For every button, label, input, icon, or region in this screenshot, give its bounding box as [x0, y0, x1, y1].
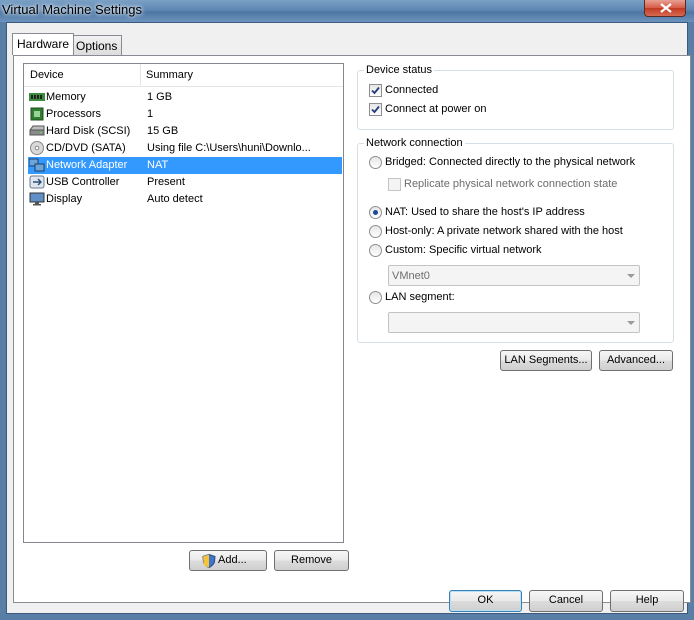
column-summary[interactable]: Summary	[146, 69, 193, 81]
connect-at-power-on-checkbox[interactable]	[369, 103, 382, 116]
tab-hardware[interactable]: Hardware	[12, 33, 75, 55]
device-row-network-adapter[interactable]: Network Adapter NAT	[28, 157, 342, 174]
device-list-header: Device Summary	[24, 64, 343, 87]
advanced-button[interactable]: Advanced...	[599, 350, 673, 371]
tab-options-label: Options	[76, 39, 118, 53]
device-name: Display	[46, 193, 83, 205]
device-summary: NAT	[147, 159, 169, 171]
device-row-display[interactable]: Display Auto detect	[28, 191, 342, 208]
host-only-radio[interactable]	[369, 225, 382, 238]
lan-segment-select[interactable]	[388, 312, 640, 333]
hardware-panel: Device Summary Memory 1 GB Processors 1 …	[13, 55, 691, 603]
custom-radio[interactable]	[369, 244, 382, 257]
column-separator[interactable]	[140, 64, 141, 86]
network-connection-legend: Network connection	[364, 137, 465, 149]
device-name: USB Controller	[46, 176, 120, 188]
help-button[interactable]: Help	[610, 590, 684, 612]
cancel-button-label: Cancel	[548, 594, 584, 606]
advanced-button-label: Advanced...	[606, 354, 666, 366]
help-button-label: Help	[635, 594, 659, 606]
checkmark-icon	[371, 105, 380, 114]
device-name: CD/DVD (SATA)	[46, 142, 126, 154]
remove-button[interactable]: Remove	[274, 550, 349, 571]
replicate-state-checkbox[interactable]	[388, 178, 401, 191]
device-row-memory[interactable]: Memory 1 GB	[28, 89, 342, 106]
radio-selected-dot	[373, 210, 378, 215]
device-summary: Using file C:\Users\huni\Downlo...	[147, 142, 311, 154]
device-list[interactable]: Device Summary Memory 1 GB Processors 1 …	[23, 63, 344, 543]
close-button[interactable]	[644, 0, 686, 17]
bridged-label[interactable]: Bridged: Connected directly to the physi…	[385, 156, 635, 168]
bridged-radio[interactable]	[369, 156, 382, 169]
cd-dvd-icon	[30, 141, 44, 155]
connected-checkbox[interactable]	[369, 84, 382, 97]
connected-label[interactable]: Connected	[385, 84, 438, 96]
device-row-processors[interactable]: Processors 1	[28, 106, 342, 123]
usb-icon	[29, 175, 45, 189]
tab-hardware-label: Hardware	[17, 37, 70, 51]
device-status-group: Device status Connected Connect at power…	[357, 64, 674, 130]
display-icon	[29, 192, 45, 206]
device-row-hard-disk[interactable]: Hard Disk (SCSI) 15 GB	[28, 123, 342, 140]
add-button-label: Add...	[218, 554, 247, 566]
device-summary: 1 GB	[147, 91, 173, 103]
custom-label[interactable]: Custom: Specific virtual network	[385, 244, 542, 256]
tab-options[interactable]: Options	[71, 35, 123, 55]
chevron-down-icon	[627, 274, 635, 278]
ok-button[interactable]: OK	[449, 590, 522, 612]
custom-network-select[interactable]: VMnet0	[388, 265, 640, 286]
nat-label[interactable]: NAT: Used to share the host's IP address	[385, 206, 585, 218]
device-name: Memory	[46, 91, 86, 103]
device-name: Processors	[46, 108, 102, 120]
connect-at-power-on-label[interactable]: Connect at power on	[385, 103, 487, 115]
nat-radio[interactable]	[369, 206, 382, 219]
device-summary: Present	[147, 176, 185, 188]
device-row-cd-dvd[interactable]: CD/DVD (SATA) Using file C:\Users\huni\D…	[28, 140, 342, 157]
device-summary: 1	[147, 108, 154, 120]
dialog-client: Hardware Options Device Summary Memory 1…	[6, 22, 691, 614]
hard-disk-icon	[29, 125, 45, 136]
processor-icon	[30, 107, 44, 121]
ok-button-label: OK	[477, 594, 494, 606]
lan-segment-label[interactable]: LAN segment:	[385, 291, 455, 303]
device-status-legend: Device status	[364, 64, 435, 76]
chevron-down-icon	[627, 321, 635, 325]
checkmark-icon	[371, 86, 380, 95]
replicate-state-label[interactable]: Replicate physical network connection st…	[404, 178, 617, 190]
custom-network-value: VMnet0	[392, 270, 430, 282]
remove-button-label: Remove	[291, 554, 332, 566]
memory-icon	[29, 93, 45, 101]
device-row-usb-controller[interactable]: USB Controller Present	[28, 174, 342, 191]
device-name: Network Adapter	[46, 159, 128, 171]
lan-segments-button[interactable]: LAN Segments...	[500, 350, 592, 371]
host-only-label[interactable]: Host-only: A private network shared with…	[385, 225, 623, 237]
column-device[interactable]: Device	[30, 69, 64, 81]
lan-segments-button-label: LAN Segments...	[504, 354, 588, 366]
device-name: Hard Disk (SCSI)	[46, 125, 131, 137]
device-summary: 15 GB	[147, 125, 179, 137]
lan-segment-radio[interactable]	[369, 291, 382, 304]
network-adapter-icon	[29, 158, 45, 172]
shield-icon	[202, 554, 216, 568]
network-connection-group: Network connection Bridged: Connected di…	[357, 137, 674, 343]
cancel-button[interactable]: Cancel	[529, 590, 603, 612]
close-icon	[660, 3, 672, 13]
title-bar: Virtual Machine Settings	[0, 0, 694, 22]
window-title: Virtual Machine Settings	[2, 2, 142, 17]
add-button[interactable]: Add...	[189, 550, 267, 571]
device-summary: Auto detect	[147, 193, 203, 205]
